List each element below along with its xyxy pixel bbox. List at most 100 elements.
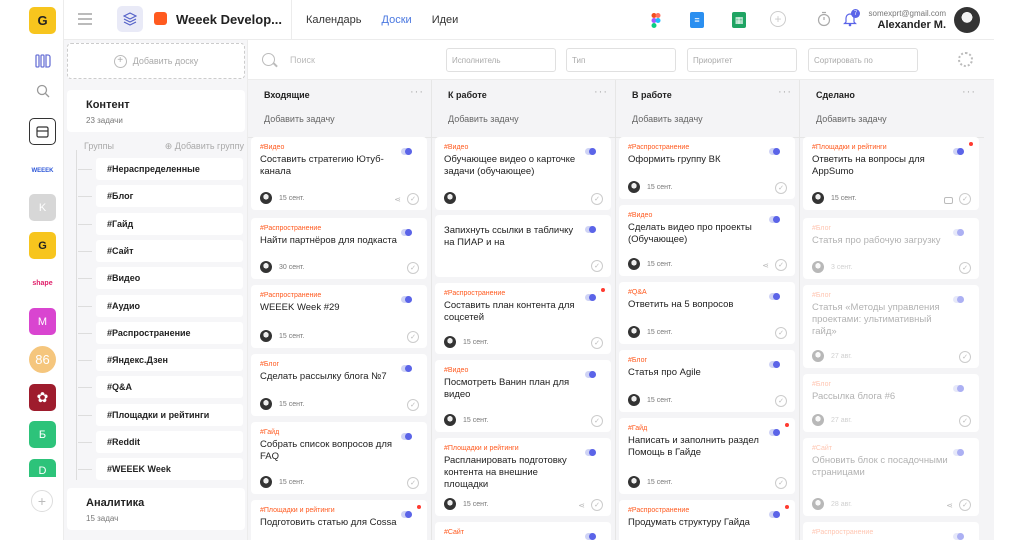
add-workspace-icon[interactable]: + <box>31 490 53 512</box>
user-name[interactable]: Alexander M. <box>878 19 946 31</box>
google-docs-icon[interactable]: ≡ <box>690 12 704 28</box>
complete-check-icon[interactable]: ✓ <box>775 395 787 407</box>
complete-check-icon[interactable]: ✓ <box>775 327 787 339</box>
assignee-avatar[interactable] <box>444 498 456 510</box>
task-toggle[interactable] <box>585 226 596 233</box>
task-toggle[interactable] <box>953 449 964 456</box>
workspace-emblem[interactable]: ✿ <box>29 384 56 411</box>
task-toggle[interactable] <box>585 294 596 301</box>
search-input[interactable]: Поиск <box>290 55 315 65</box>
group-item[interactable]: #Площадки и рейтинги <box>78 403 243 426</box>
task-toggle[interactable] <box>953 533 964 540</box>
add-task-button[interactable]: Добавить задачу <box>448 114 519 124</box>
task-toggle[interactable] <box>585 148 596 155</box>
assignee-avatar[interactable] <box>628 181 640 193</box>
group-item[interactable]: #Reddit <box>78 431 243 453</box>
app-logo[interactable]: G <box>29 7 56 34</box>
add-board-button[interactable]: + Добавить доску <box>67 43 245 79</box>
task-toggle[interactable] <box>769 361 780 368</box>
task-card[interactable]: #Видео Посмотреть Ванин план для видео 15 … <box>435 360 611 432</box>
task-card[interactable]: #Блог Сделать рассылку блога №7 15 сент. ✓ <box>251 354 427 416</box>
task-card[interactable]: #Q&A Ответить на 5 вопросов 15 сент. ✓ <box>619 282 795 344</box>
column-title[interactable]: В работе <box>632 90 672 100</box>
search-icon[interactable] <box>262 53 275 66</box>
boards-view-icon[interactable] <box>29 47 56 74</box>
task-toggle[interactable] <box>953 385 964 392</box>
task-card[interactable]: #Блог Рассылка блога #6 27 авг. ✓ <box>803 374 979 432</box>
task-card[interactable]: #Гайд Собрать список вопросов для FAQ 15 с… <box>251 422 427 494</box>
share-icon[interactable]: ⋖ <box>394 195 401 204</box>
task-toggle[interactable] <box>401 148 412 155</box>
task-toggle[interactable] <box>953 296 964 303</box>
gear-icon[interactable] <box>958 52 973 67</box>
google-sheets-icon[interactable]: ▦ <box>732 12 746 28</box>
add-task-button[interactable]: Добавить задачу <box>264 114 335 124</box>
task-card[interactable]: #Распространение Оформить группу ВК 15 сен… <box>619 137 795 199</box>
task-card[interactable]: #Распространение Составить план контента … <box>435 283 611 354</box>
group-item[interactable]: #Сайт <box>78 239 243 262</box>
assignee-avatar[interactable] <box>812 261 824 273</box>
task-toggle[interactable] <box>401 229 412 236</box>
task-toggle[interactable] <box>769 216 780 223</box>
task-toggle[interactable] <box>953 148 964 155</box>
assignee-avatar[interactable] <box>260 192 272 204</box>
column-title[interactable]: Сделано <box>816 90 855 100</box>
task-card[interactable]: Запихнуть ссылки в табличку на ПИАР и на… <box>435 215 611 277</box>
group-item[interactable]: #Нераспределенные <box>78 158 243 180</box>
assignee-avatar[interactable] <box>812 498 824 510</box>
hamburger-icon[interactable] <box>78 13 92 25</box>
inbox-icon[interactable] <box>29 118 56 145</box>
complete-check-icon[interactable]: ✓ <box>407 477 419 489</box>
complete-check-icon[interactable]: ✓ <box>591 260 603 272</box>
complete-check-icon[interactable]: ✓ <box>775 477 787 489</box>
task-toggle[interactable] <box>769 429 780 436</box>
complete-check-icon[interactable]: ✓ <box>959 415 971 427</box>
workspace-b[interactable]: Б <box>29 421 56 448</box>
task-toggle[interactable] <box>401 433 412 440</box>
workspace-shape[interactable]: shape <box>29 270 56 297</box>
add-task-button[interactable]: Добавить задачу <box>816 114 887 124</box>
complete-check-icon[interactable]: ✓ <box>591 193 603 205</box>
assignee-avatar[interactable] <box>628 326 640 338</box>
add-group-button[interactable]: ⊕ Добавить группу <box>165 141 244 152</box>
task-card[interactable]: #Блог Статья «Методы управления проектами… <box>803 285 979 368</box>
assignee-avatar[interactable] <box>260 398 272 410</box>
complete-check-icon[interactable]: ✓ <box>591 499 603 511</box>
task-card[interactable]: #Сайт <box>435 522 611 540</box>
task-toggle[interactable] <box>401 511 412 518</box>
task-toggle[interactable] <box>769 511 780 518</box>
complete-check-icon[interactable]: ✓ <box>959 193 971 205</box>
task-card[interactable]: #Распространение <box>803 522 979 540</box>
column-menu-icon[interactable]: ··· <box>410 86 424 98</box>
nav-calendar[interactable]: Календарь <box>306 14 362 26</box>
workspace-86[interactable]: 86 <box>29 346 56 373</box>
add-integration-icon[interactable]: + <box>770 11 786 27</box>
task-card[interactable]: #Площадки и рейтинги Ответить на вопросы … <box>803 137 979 210</box>
column-title[interactable]: К работе <box>448 90 487 100</box>
group-item[interactable]: #Видео <box>78 267 243 290</box>
task-card[interactable]: #Площадки и рейтинги Распланировать подго… <box>435 438 611 516</box>
task-card[interactable]: #Блог Статья про рабочую загрузку 3 сент. ✓ <box>803 218 979 279</box>
share-icon[interactable]: ⋖ <box>946 501 953 510</box>
share-icon[interactable]: ⋖ <box>762 261 769 270</box>
priority-filter[interactable]: Приоритет <box>687 48 797 72</box>
assignee-filter[interactable]: Исполнитель <box>446 48 556 72</box>
workspace-g[interactable]: G <box>29 232 56 259</box>
group-item[interactable]: #Распространение <box>78 321 243 344</box>
complete-check-icon[interactable]: ✓ <box>959 262 971 274</box>
assignee-avatar[interactable] <box>260 476 272 488</box>
rail-search-icon[interactable] <box>29 77 56 104</box>
group-item[interactable]: #WEEEK Week <box>78 458 243 481</box>
group-item[interactable]: #Блог <box>78 185 243 208</box>
nav-boards[interactable]: Доски <box>382 14 412 26</box>
type-filter[interactable]: Тип <box>566 48 676 72</box>
workspace-weeek[interactable]: WEEEK <box>29 157 56 184</box>
user-avatar[interactable] <box>954 7 980 33</box>
workspace-m[interactable]: M <box>29 308 56 335</box>
column-menu-icon[interactable]: ··· <box>594 86 608 98</box>
column-menu-icon[interactable]: ··· <box>778 86 792 98</box>
task-card[interactable]: #Видео Обучающее видео о карточке задачи … <box>435 137 611 210</box>
timer-icon[interactable] <box>816 11 832 27</box>
complete-check-icon[interactable]: ✓ <box>591 415 603 427</box>
board-content[interactable]: Контент 23 задачи <box>67 90 245 132</box>
